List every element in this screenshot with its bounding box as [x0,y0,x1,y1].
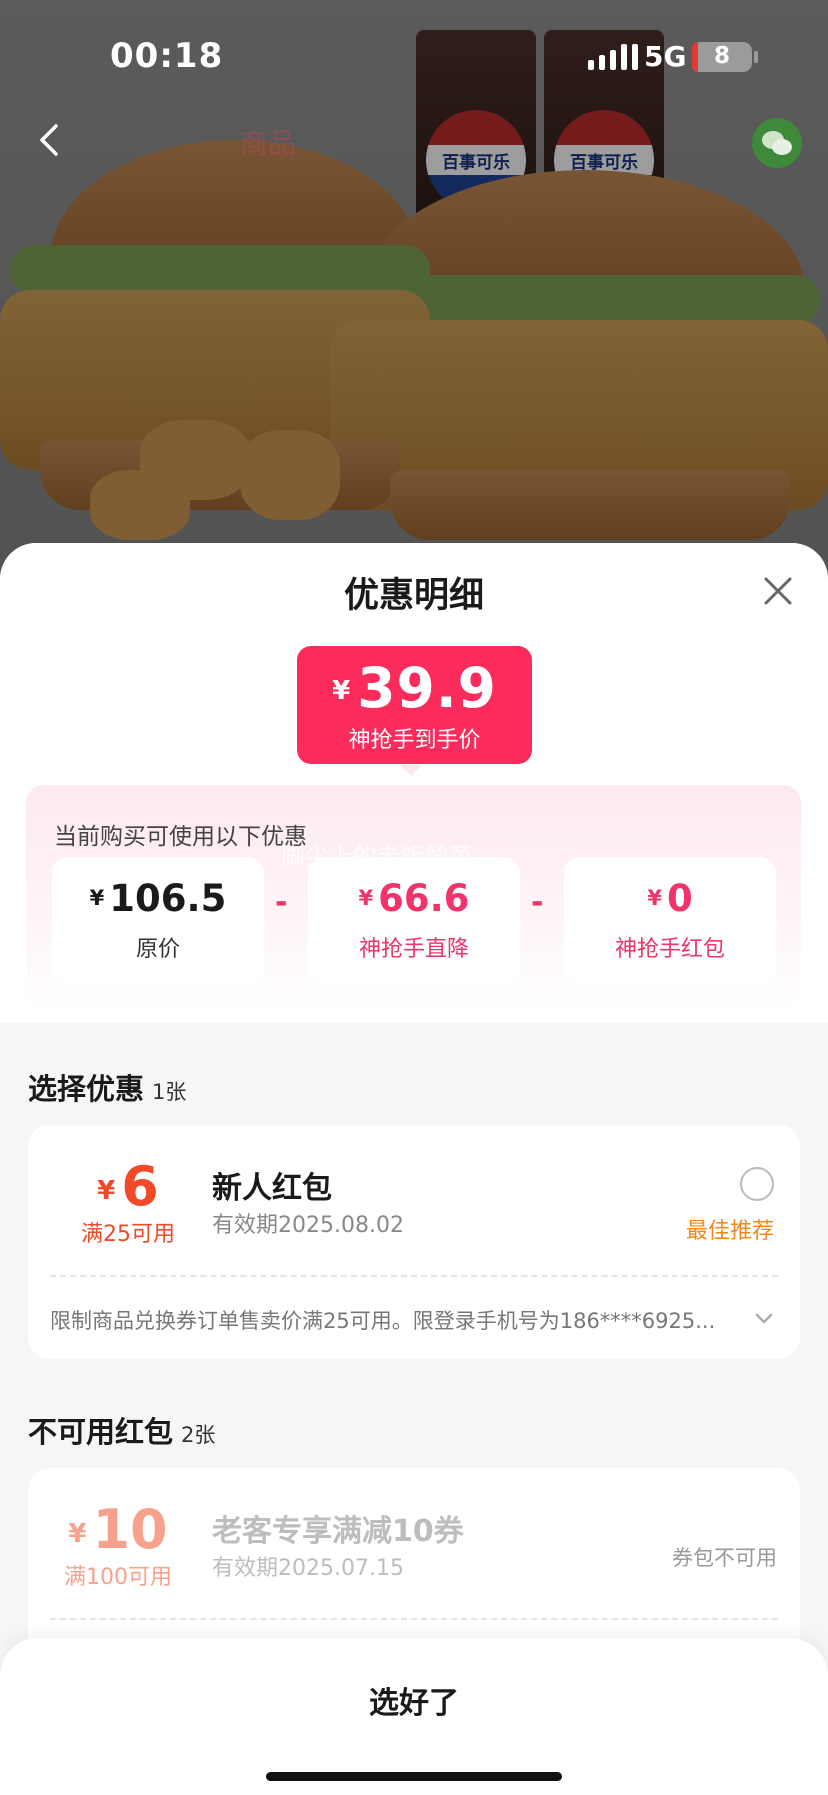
unavailable-status: 券包不可用 [672,1546,777,1570]
unavailable-heading: 不可用红包 2张 [28,1415,216,1449]
status-bar: 00:18 5G 8 [0,0,828,110]
wechat-icon[interactable] [752,118,802,168]
nav-title: 商品 [240,127,297,160]
coupon-name: 老客专享满减10券 [212,1514,464,1549]
coupon-amount: ¥6 满25可用 [81,1155,175,1247]
minus-sign: - [275,885,288,920]
red-packet-cell: ¥0 神抢手红包 [564,857,776,983]
confirm-button[interactable]: 选好了 [0,1678,828,1722]
coupon-expiry: 有效期2025.07.15 [212,1556,404,1581]
price-breakdown: 当前购买可使用以下优惠 脚尖上的老饭酸菜 ¥106.5 原价 - ¥66.6 神… [26,785,801,1010]
status-time: 00:18 [110,36,224,76]
coupon-rule-text: 限制商品兑换券订单售卖价满25可用。限登录手机号为186****6925... [50,1309,716,1333]
divider [50,1275,778,1277]
chevron-left-icon[interactable] [36,122,62,158]
coupon-expiry: 有效期2025.08.02 [212,1213,404,1238]
network-type: 5G [644,40,687,73]
chevron-down-icon[interactable] [755,1313,773,1325]
coupon-name: 新人红包 [212,1171,332,1206]
screen: 百事可乐 百事可乐 00:18 5G 8 商品 优惠明细 ¥ 39.9 神抢手到… [0,0,828,1795]
discount-detail-sheet: 优惠明细 ¥39.9 神抢手到手价 当前购买可使用以下优惠 脚尖上的老饭酸菜 ¥… [0,543,828,1795]
sheet-title: 优惠明细 [343,576,484,616]
final-price-badge: ¥39.9 神抢手到手价 [297,646,532,764]
breakdown-intro: 当前购买可使用以下优惠 [54,824,307,850]
close-icon[interactable] [760,573,796,609]
final-price: ¥39.9 [332,656,497,720]
footer-bar: 选好了 [0,1638,828,1795]
coupon-amount: ¥10 满100可用 [64,1498,172,1590]
home-indicator [266,1772,562,1781]
select-discount-heading: 选择优惠 1张 [28,1072,187,1106]
battery-icon: 8 [692,42,752,72]
final-price-label: 神抢手到手价 [348,728,481,753]
original-price-cell: ¥106.5 原价 [52,857,264,983]
battery-percent: 8 [713,43,730,69]
minus-sign: - [531,885,544,920]
direct-discount-cell: ¥66.6 神抢手直降 [308,857,520,983]
signal-icon [588,44,638,70]
divider [50,1618,778,1620]
badge-pointer [400,765,422,776]
coupon-card-new-user[interactable]: ¥6 满25可用 新人红包 有效期2025.08.02 最佳推荐 限制商品兑换券… [28,1125,800,1359]
battery-tip [754,51,758,63]
best-recommend-label: 最佳推荐 [686,1219,775,1244]
coupon-select-radio[interactable] [740,1167,774,1201]
